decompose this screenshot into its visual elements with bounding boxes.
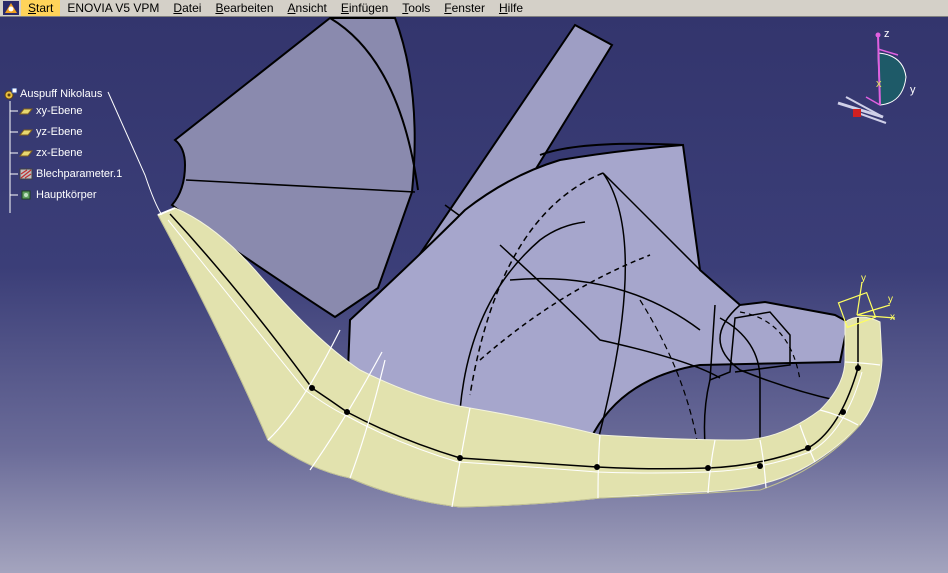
tree-node-hauptk-rper[interactable]: Hauptkörper (19, 188, 97, 202)
tree-node-yz-ebene[interactable]: yz-Ebene (19, 125, 82, 139)
compass-z-label: z (884, 28, 890, 40)
tree-connector-line (107, 91, 163, 216)
menu-accelerator: E (340, 1, 349, 15)
tree-node-label[interactable]: Hauptkörper (36, 189, 97, 201)
menu-bar: Start ENOVIA V5 VPM Datei Bearbeiten Ansicht… (0, 0, 948, 17)
tree-node-label[interactable]: yz-Ebene (36, 126, 82, 138)
tree-node-label[interactable]: Blechparameter.1 (36, 168, 122, 180)
tree-node-zx-ebene[interactable]: zx-Ebene (19, 146, 82, 160)
axis-marker-y-label: y (861, 273, 866, 284)
menu-fenster[interactable]: Fenster (437, 0, 492, 16)
menu-label-rest: infügen (348, 1, 389, 15)
tree-node-label[interactable]: zx-Ebene (36, 147, 82, 159)
axis-marker-x-label: x (890, 312, 895, 323)
cad-model[interactable]: y y x (0, 17, 948, 573)
plane-icon (19, 129, 33, 136)
menu-accelerator: F (444, 1, 452, 15)
plane-icon (19, 150, 33, 157)
compass-y-label: y (910, 84, 916, 96)
catia-app-icon[interactable] (3, 1, 19, 15)
tree-node-label[interactable]: xy-Ebene (36, 105, 82, 117)
compass[interactable]: z x y (828, 25, 928, 135)
sheet-metal-parameters-icon (19, 168, 33, 180)
product-icon (4, 88, 17, 100)
menu-accelerator: S (28, 1, 37, 15)
menu-label-rest: earbeiten (223, 1, 274, 15)
menu-label-rest: nsicht (295, 1, 327, 15)
part-body-icon (21, 190, 31, 200)
3d-viewport[interactable]: y y x Auspuff Nikolaus xy-Ebene yz-Ebene z… (0, 17, 948, 573)
menu-bearbeiten[interactable]: Bearbeiten (208, 0, 280, 16)
menu-tools[interactable]: Tools (395, 0, 437, 16)
menu-hilfe[interactable]: Hilfe (492, 0, 530, 16)
axis-marker-y2-label: y (888, 294, 893, 305)
menu-enovia-v5-vpm[interactable]: ENOVIA V5 VPM (60, 0, 166, 16)
tree-root[interactable]: Auspuff Nikolaus (3, 87, 102, 101)
plane-icon (19, 108, 33, 115)
menu-accelerator: H (498, 1, 508, 15)
menu-datei[interactable]: Datei (166, 0, 208, 16)
menu-accelerator: D (173, 1, 183, 15)
menu-items: Start ENOVIA V5 VPM Datei Bearbeiten Ansicht… (21, 0, 530, 16)
menu-accelerator: A (287, 1, 296, 15)
menu-ansicht[interactable]: Ansicht (281, 0, 334, 16)
menu-label-rest: ools (408, 1, 431, 15)
menu-label-rest: enster (451, 1, 485, 15)
tree-root-label[interactable]: Auspuff Nikolaus (20, 88, 102, 100)
menu-start[interactable]: Start (21, 0, 61, 16)
compass-x-label: x (876, 78, 882, 90)
menu-label-rest: tart (36, 1, 54, 15)
menu-einf-gen[interactable]: Einfügen (334, 0, 395, 16)
menu-label-rest: atei (182, 1, 202, 15)
tree-node-xy-ebene[interactable]: xy-Ebene (19, 104, 82, 118)
menu-label-rest: ilfe (507, 1, 523, 15)
tree-node-blechparameter-1[interactable]: Blechparameter.1 (19, 167, 122, 181)
tree-lines (9, 101, 18, 213)
